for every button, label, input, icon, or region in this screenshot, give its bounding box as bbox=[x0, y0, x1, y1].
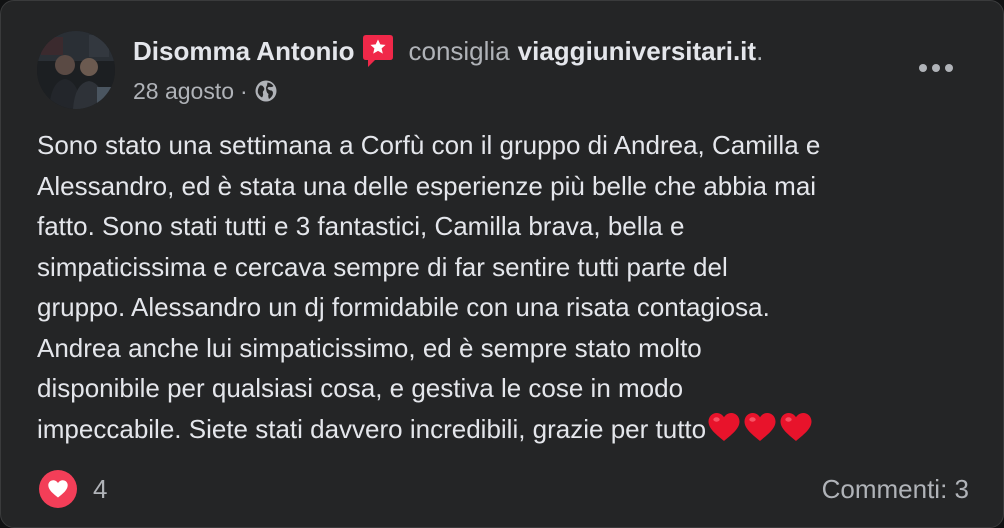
heart-emoji-group bbox=[707, 412, 815, 442]
post-text-line: Andrea anche lui simpaticissimo, ed è se… bbox=[37, 332, 702, 363]
post-text-line: simpaticissima e cercava sempre di far s… bbox=[37, 251, 728, 282]
meta-separator: · bbox=[240, 77, 248, 104]
post-meta: 28 agosto · bbox=[133, 75, 278, 107]
globe-icon[interactable] bbox=[254, 79, 278, 103]
header-trailing-dot: . bbox=[756, 35, 764, 66]
page-name-link[interactable]: viaggiuniversitari.it bbox=[518, 36, 756, 67]
post-header: Disomma Antonio consiglia viaggiuniversi… bbox=[133, 31, 763, 71]
more-options-icon[interactable] bbox=[913, 51, 959, 85]
avatar[interactable] bbox=[37, 31, 115, 109]
post-date[interactable]: 28 agosto bbox=[133, 78, 234, 105]
comments-count[interactable]: Commenti: 3 bbox=[822, 472, 969, 506]
post-text-line: gruppo. Alessandro un dj formidabile con… bbox=[37, 292, 770, 322]
red-heart-emoji-icon bbox=[708, 412, 740, 441]
post-text-line: Sono stato una settimana a Corfù con il … bbox=[37, 130, 821, 160]
post-text-line-last: impeccabile. Siete stati davvero incredi… bbox=[37, 409, 977, 450]
love-reaction-icon[interactable] bbox=[39, 470, 77, 508]
red-heart-emoji-icon bbox=[780, 412, 812, 441]
post-card: Disomma Antonio consiglia viaggiuniversi… bbox=[0, 0, 1004, 528]
post-text-line: disponibile per qualsiasi cosa, e gestiv… bbox=[37, 373, 684, 403]
post-text-line: Alessandro, ed è stata una delle esperie… bbox=[37, 170, 817, 201]
avatar-photo bbox=[37, 31, 115, 109]
recommend-verb: consiglia bbox=[408, 35, 510, 66]
post-text-line: impeccabile. Siete stati davvero incredi… bbox=[37, 413, 707, 444]
recommendation-star-icon bbox=[362, 34, 394, 68]
reaction-count[interactable]: 4 bbox=[93, 472, 107, 506]
author-name[interactable]: Disomma Antonio bbox=[133, 36, 354, 67]
red-heart-emoji-icon bbox=[744, 412, 776, 441]
post-text: Sono stato una settimana a Corfù con il … bbox=[37, 125, 977, 449]
post-text-line: fatto. Sono stati tutti e 3 fantastici, … bbox=[37, 211, 685, 241]
